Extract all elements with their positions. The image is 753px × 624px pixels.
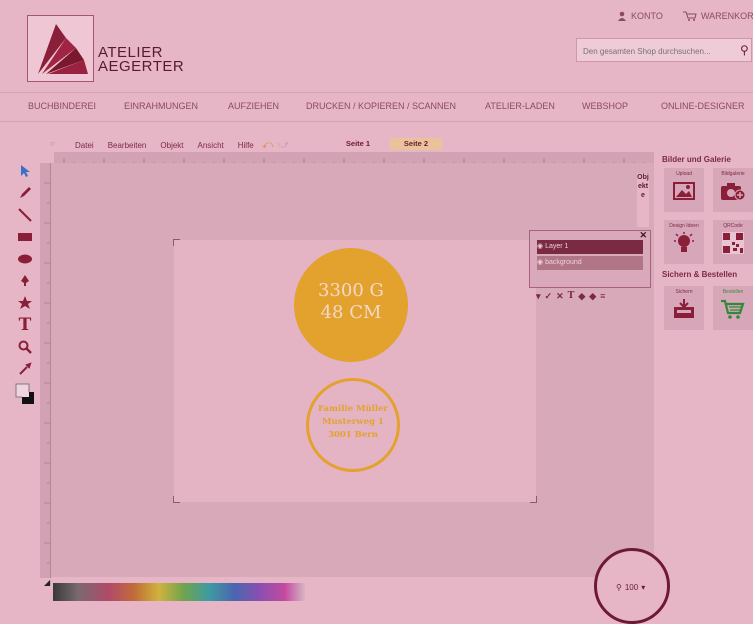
- text-tool-icon[interactable]: T: [14, 314, 36, 336]
- layer-toolbar: ▾ ✓ ✕ T ◆ ◆ ≡: [536, 291, 646, 302]
- eye-icon[interactable]: ◉: [537, 243, 543, 250]
- layer-label: Layer 1: [545, 243, 569, 250]
- upload-button[interactable]: Upload: [664, 168, 704, 212]
- redo-icon[interactable]: ⤻: [278, 139, 290, 152]
- select-tool-icon[interactable]: [14, 160, 36, 182]
- shopping-cart-icon: [721, 299, 745, 319]
- design-ideas-button[interactable]: Design Ideen: [664, 220, 704, 264]
- address-street: Musterweg 1: [322, 417, 384, 427]
- cart-icon: [683, 11, 697, 21]
- nav-item-aufziehen[interactable]: AUFZIEHEN: [228, 101, 279, 111]
- logo[interactable]: [27, 15, 94, 82]
- list-icon[interactable]: ≡: [600, 291, 605, 302]
- vertical-ruler: [40, 163, 51, 578]
- zoom-icon: ⚲: [616, 583, 622, 592]
- lightbulb-icon: [674, 232, 694, 252]
- save-icon: [674, 299, 694, 318]
- star-tool-icon[interactable]: [14, 292, 36, 314]
- line-tool-icon[interactable]: [14, 204, 36, 226]
- address-city: 3001 Bern: [328, 430, 378, 440]
- main-nav: BUCHBINDEREI EINRAHMUNGEN AUFZIEHEN DRUC…: [0, 92, 753, 122]
- ruler-ticks-v: [44, 182, 50, 564]
- nav-item-atelier-laden[interactable]: ATELIER-LADEN: [485, 101, 555, 111]
- ellipse-tool-icon[interactable]: [14, 248, 36, 270]
- search-icon[interactable]: ⚲: [740, 43, 749, 57]
- gallery-button[interactable]: Bildgalerie: [713, 168, 753, 212]
- account-link[interactable]: KONTO: [617, 11, 663, 21]
- crop-mark: [173, 496, 180, 503]
- address-circle[interactable]: Familie Müller Musterweg 1 3001 Bern: [306, 378, 400, 472]
- dropdown-icon[interactable]: ▾: [536, 291, 541, 302]
- tab-seite-2[interactable]: Seite 2: [390, 138, 442, 150]
- objects-tab[interactable]: Objekte: [637, 173, 649, 227]
- qrcode-button[interactable]: QRCode: [713, 220, 753, 264]
- zoom-value: 100: [624, 583, 639, 592]
- circle-length-text: 48 CM: [320, 302, 382, 323]
- check-icon[interactable]: ✓: [545, 291, 553, 302]
- nav-item-online-designer[interactable]: ONLINE-DESIGNER: [661, 101, 745, 111]
- menu-objekt[interactable]: Objekt: [160, 141, 183, 150]
- rectangle-tool-icon[interactable]: [14, 226, 36, 248]
- chevron-down-icon: ▾: [641, 583, 646, 592]
- tab-seite-1[interactable]: Seite 1: [336, 138, 380, 150]
- nav-item-drucken[interactable]: DRUCKEN / KOPIEREN / SCANNEN: [306, 101, 456, 111]
- cart-link[interactable]: WARENKORB: [683, 11, 753, 21]
- menu-bearbeiten[interactable]: Bearbeiten: [108, 141, 147, 150]
- crop-mark: [530, 496, 537, 503]
- zoom-control[interactable]: ⚲ 100 ▾: [616, 583, 645, 592]
- crop-mark: [173, 239, 180, 246]
- move-down-icon[interactable]: ◆: [589, 291, 596, 302]
- pencil-tool-icon[interactable]: [14, 182, 36, 204]
- layer-item-2[interactable]: ◉ background: [537, 256, 643, 270]
- search-input[interactable]: [581, 43, 735, 59]
- nav-item-buchbinderei[interactable]: BUCHBINDEREI: [28, 101, 96, 111]
- menu-dot-icon: ○: [50, 139, 55, 148]
- section-title-gallery: Bilder und Galerie: [662, 155, 731, 164]
- toolbox: T: [14, 160, 36, 410]
- order-button[interactable]: Bestellen: [713, 286, 753, 330]
- address-name: Familie Müller: [317, 404, 389, 414]
- pen-tool-icon[interactable]: [14, 270, 36, 292]
- nav-item-webshop[interactable]: WEBSHOP: [582, 101, 628, 111]
- qrcode-icon: [722, 232, 744, 254]
- logo-icon: [38, 24, 88, 74]
- weight-circle[interactable]: 3300 G 48 CM: [294, 248, 408, 362]
- move-up-icon[interactable]: ◆: [578, 291, 585, 302]
- swap-colors-icon[interactable]: ◢: [44, 578, 50, 587]
- user-icon: [618, 11, 626, 21]
- nav-item-einrahmungen[interactable]: EINRAHMUNGEN: [124, 101, 198, 111]
- text-icon[interactable]: T: [568, 291, 575, 302]
- circle-weight-text: 3300 G: [318, 280, 384, 301]
- color-palette[interactable]: [53, 583, 305, 601]
- eyedropper-tool-icon[interactable]: [14, 358, 36, 380]
- search-box: ⚲: [576, 38, 752, 62]
- brand-name: ATELIER AEGERTER: [98, 44, 185, 75]
- section-title-save-order: Sichern & Bestellen: [662, 270, 738, 279]
- menu-datei[interactable]: Datei: [75, 141, 94, 150]
- menu-ansicht[interactable]: Ansicht: [198, 141, 224, 150]
- save-button[interactable]: Sichern: [664, 286, 704, 330]
- camera-icon: [721, 183, 746, 201]
- editor-menu: Datei Bearbeiten Objekt Ansicht Hilfe ⤺ …: [75, 139, 289, 152]
- zoom-tool-icon[interactable]: [14, 336, 36, 358]
- undo-icon[interactable]: ⤺: [262, 139, 274, 152]
- delete-icon[interactable]: ✕: [556, 291, 564, 302]
- layer-item-1[interactable]: ◉ Layer 1: [537, 240, 643, 254]
- layer-label: background: [545, 259, 582, 266]
- menu-hilfe[interactable]: Hilfe: [238, 141, 254, 150]
- text-tool-glyph: T: [18, 315, 32, 335]
- layers-panel: ✕ ◉ Layer 1 ◉ background ▾ ✓ ✕ T ◆ ◆ ≡: [529, 230, 651, 301]
- color-swatch-icon[interactable]: [14, 380, 36, 410]
- eye-icon[interactable]: ◉: [537, 259, 543, 266]
- image-icon: [673, 182, 695, 200]
